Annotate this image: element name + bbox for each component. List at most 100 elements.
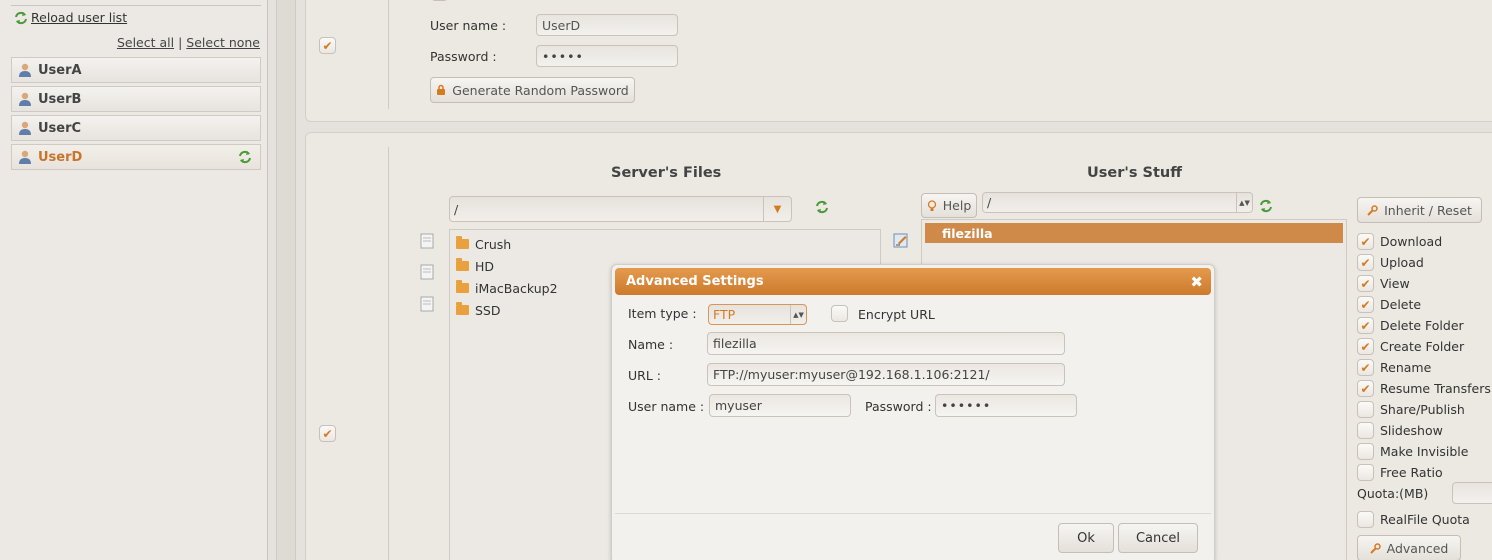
refresh-icon <box>15 11 27 24</box>
server-files-title: Server's Files <box>611 165 722 181</box>
password-field[interactable]: ••••• <box>536 45 678 67</box>
perm-label: Slideshow <box>1380 423 1443 438</box>
splitter[interactable] <box>276 0 296 560</box>
dialog-username-field[interactable]: myuser <box>709 394 851 417</box>
refresh-user-icon[interactable] <box>1259 199 1273 213</box>
inherit-reset-button[interactable]: Inherit / Reset <box>1357 197 1482 223</box>
user-name: UserC <box>38 120 82 136</box>
help-button[interactable]: Help <box>921 193 977 218</box>
credentials-enabled-checkbox[interactable]: ✔ <box>319 37 336 54</box>
perm-label: Delete Folder <box>1380 318 1464 333</box>
perm-view[interactable]: ✔ View <box>1357 273 1491 294</box>
ok-label: Ok <box>1077 530 1095 546</box>
close-icon[interactable]: ✖ <box>1190 273 1203 291</box>
perm-delete[interactable]: ✔ Delete <box>1357 294 1491 315</box>
user-item-userd[interactable]: UserD <box>11 144 261 170</box>
name-field[interactable]: filezilla <box>707 332 1065 355</box>
user-list-sidebar: Reload user list Select all | Select non… <box>0 0 268 560</box>
advanced-button[interactable]: Advanced <box>1357 535 1461 560</box>
reload-user-list-link[interactable]: Reload user list <box>14 10 127 25</box>
wrench-icon <box>1369 542 1381 554</box>
dialog-password-field[interactable]: •••••• <box>935 394 1077 417</box>
users-stuff-title: User's Stuff <box>1087 165 1182 181</box>
perm-label: View <box>1380 276 1410 291</box>
user-icon <box>19 92 31 106</box>
selection-links: Select all | Select none <box>117 35 260 50</box>
sync-icon[interactable] <box>238 150 252 164</box>
perm-label: Download <box>1380 234 1443 249</box>
document-icon[interactable] <box>420 233 434 249</box>
quota-label: Quota:(MB) <box>1357 486 1429 501</box>
perm-rename[interactable]: ✔ Rename <box>1357 357 1491 378</box>
user-item-userc[interactable]: UserC <box>11 115 261 141</box>
stepper-icon[interactable]: ▲▼ <box>790 305 806 324</box>
perm-slideshow[interactable]: Slideshow <box>1357 420 1491 441</box>
chevron-down-icon[interactable]: ▼ <box>763 197 791 221</box>
files-enabled-checkbox[interactable]: ✔ <box>319 425 336 442</box>
name-label: Name : <box>628 337 674 352</box>
perm-make-invisible[interactable]: Make Invisible <box>1357 441 1491 462</box>
folder-icon <box>456 280 469 293</box>
perm-free-ratio[interactable]: Free Ratio <box>1357 462 1491 483</box>
tree-item-label: SSD <box>475 302 501 318</box>
refresh-server-icon[interactable] <box>815 200 829 214</box>
perm-resume-transfers[interactable]: ✔ Resume Transfers <box>1357 378 1491 399</box>
perm-realfile-quota[interactable]: RealFile Quota <box>1357 509 1470 530</box>
item-type-select[interactable]: FTP ▲▼ <box>708 304 807 325</box>
tree-item-label: Crush <box>475 236 512 252</box>
dialog-password-label: Password : <box>865 399 932 414</box>
url-label: URL : <box>628 368 661 383</box>
folder-icon <box>456 236 469 249</box>
tree-item-crush[interactable]: Crush <box>456 233 880 255</box>
select-all-link[interactable]: Select all <box>117 35 174 50</box>
perm-label: Resume Transfers <box>1380 381 1491 396</box>
user-name: UserB <box>38 91 82 107</box>
partial-checkbox[interactable] <box>431 0 448 1</box>
server-path-value: / <box>454 201 459 217</box>
dialog-username-label: User name : <box>628 399 705 414</box>
advanced-settings-dialog: Advanced Settings ✖ Item type : FTP ▲▼ E… <box>611 264 1215 560</box>
inherit-reset-label: Inherit / Reset <box>1384 202 1472 218</box>
perm-label: Free Ratio <box>1380 465 1443 480</box>
username-field[interactable]: UserD <box>536 14 678 36</box>
encrypt-url-label: Encrypt URL <box>858 307 935 322</box>
dialog-title: Advanced Settings <box>626 274 764 289</box>
perm-delete-folder[interactable]: ✔ Delete Folder <box>1357 315 1491 336</box>
separator: | <box>178 35 183 50</box>
generate-password-button[interactable]: Generate Random Password <box>430 77 635 103</box>
user-name: UserA <box>38 62 82 78</box>
perm-label: Upload <box>1380 255 1424 270</box>
user-item-filezilla[interactable]: filezilla <box>925 223 1343 243</box>
select-none-link[interactable]: Select none <box>186 35 260 50</box>
encrypt-url-checkbox[interactable] <box>831 305 848 322</box>
user-icon <box>19 121 31 135</box>
url-field[interactable]: FTP://myuser:myuser@192.168.1.106:2121/ <box>707 363 1065 386</box>
sidebar-divider <box>11 5 261 6</box>
dialog-header[interactable]: Advanced Settings ✖ <box>615 268 1211 295</box>
cancel-button[interactable]: Cancel <box>1118 523 1198 553</box>
lock-icon <box>437 84 446 95</box>
document-icon[interactable] <box>420 296 434 312</box>
tree-item-label: iMacBackup2 <box>475 280 558 296</box>
perm-share-publish[interactable]: Share/Publish <box>1357 399 1491 420</box>
user-item-userb[interactable]: UserB <box>11 86 261 112</box>
reload-label[interactable]: Reload user list <box>31 10 127 25</box>
dialog-footer-divider <box>615 513 1211 514</box>
perm-create-folder[interactable]: ✔ Create Folder <box>1357 336 1491 357</box>
item-type-value: FTP <box>713 307 736 322</box>
ok-button[interactable]: Ok <box>1058 523 1114 553</box>
edit-icon[interactable] <box>893 232 909 248</box>
stepper-icon[interactable]: ▲▼ <box>1236 193 1252 212</box>
user-path-combo[interactable]: / ▲▼ <box>982 192 1253 213</box>
perm-label: RealFile Quota <box>1380 512 1470 527</box>
panel-divider <box>388 147 389 560</box>
user-path-value: / <box>987 195 992 210</box>
perm-download[interactable]: ✔ Download <box>1357 231 1491 252</box>
quota-field[interactable] <box>1452 482 1492 504</box>
server-path-combo[interactable]: / ▼ <box>449 196 792 222</box>
document-icon[interactable] <box>420 264 434 280</box>
perm-upload[interactable]: ✔ Upload <box>1357 252 1491 273</box>
user-name: UserD <box>38 149 83 165</box>
password-label: Password : <box>430 49 497 64</box>
user-item-usera[interactable]: UserA <box>11 57 261 83</box>
